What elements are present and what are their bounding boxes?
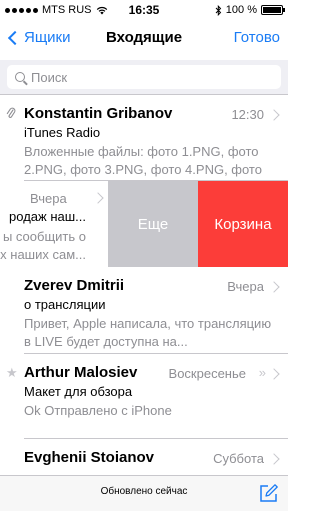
done-button[interactable]: Готово [234,29,280,46]
bluetooth-icon [215,4,221,16]
message-row-swiped[interactable]: Вчера родаж наш... ы сообщить о ных наши… [0,181,288,267]
update-status: Обновлено сейчас [100,486,188,497]
status-right: 100 % [215,4,285,16]
chevron-right-icon [268,453,280,465]
compose-icon[interactable] [259,483,279,503]
message-row[interactable]: Konstantin Gribanov 12:30 iTunes Radio В… [0,95,288,181]
chevron-right-icon [268,368,280,380]
message-row[interactable]: Evghenii Stoianov Суббота [0,439,288,475]
message-row[interactable]: Zverev Dmitrii Вчера о трансляции Привет… [0,267,288,354]
message-row[interactable]: ★ Arthur Malosiev Воскресенье » Макет дл… [0,354,288,439]
message-sender: Arthur Malosiev [24,364,138,381]
chevron-right-icon [268,109,280,121]
search-icon [15,72,25,82]
paperclip-icon [6,107,16,118]
message-date: Суббота [213,451,264,466]
message-subject: iTunes Radio [24,125,101,140]
message-preview: Ok Отправлено с iPhone [24,403,172,418]
message-preview-line: ных наших сам... [0,247,86,262]
message-sender: Konstantin Gribanov [24,105,173,122]
message-sender: Zverev Dmitrii [24,277,125,294]
message-content[interactable]: Вчера родаж наш... ы сообщить о ных наши… [0,181,108,267]
chevron-right-icon [92,192,104,204]
double-chevron-icon: » [258,365,266,380]
message-date: Вчера [30,191,67,206]
message-preview-line: ы сообщить о [2,229,86,244]
battery-percent: 100 % [225,4,257,16]
message-date: Воскресенье [168,366,246,381]
message-subject: о трансляции [24,297,106,312]
message-date: Вчера [227,279,264,294]
search-bar [0,60,288,95]
message-list[interactable]: Konstantin Gribanov 12:30 iTunes Radio В… [0,95,288,475]
navigation-bar: Ящики Входящие Готово [0,20,288,60]
message-preview: Привет, Apple написала, что трансляцию в… [24,316,272,349]
chevron-right-icon [268,281,280,293]
battery-icon [261,5,285,15]
message-subject: родаж наш... [9,209,86,224]
message-preview: ы сообщить о ных наших сам... [0,228,86,264]
star-icon: ★ [6,365,18,380]
status-bar: MTS RUS 16:35 100 % [0,0,288,20]
bottom-toolbar: Обновлено сейчас [0,475,288,511]
message-sender: Evghenii Stoianov [24,449,155,466]
message-subject: Макет для обзора [24,384,133,399]
message-preview: Вложенные файлы: фото 1.PNG, фото 2.PNG,… [24,144,262,177]
search-box[interactable] [7,65,281,89]
more-button[interactable]: Еще [108,181,198,267]
message-date: 12:30 [231,107,264,122]
search-input[interactable] [31,69,251,85]
trash-button[interactable]: Корзина [198,181,288,267]
